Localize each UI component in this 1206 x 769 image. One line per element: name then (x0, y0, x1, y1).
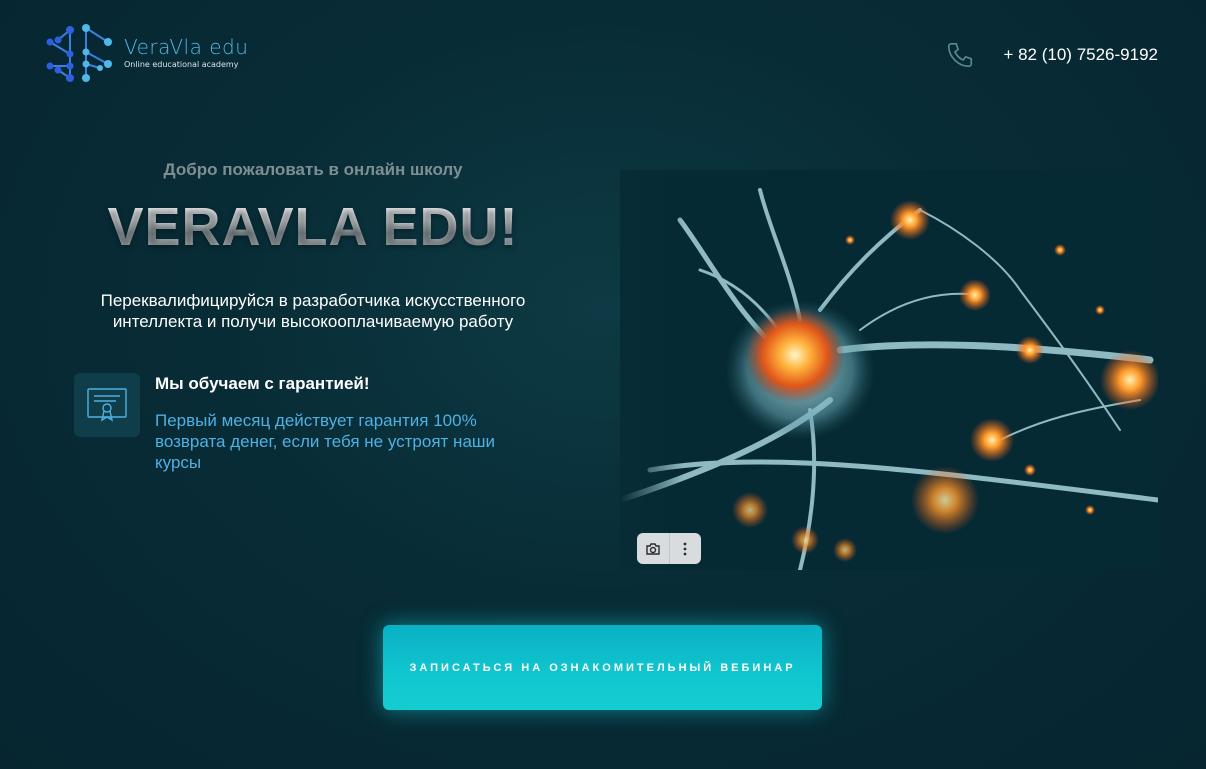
phone-number[interactable]: + 82 (10) 7526-9192 (1003, 45, 1158, 65)
logo-name: VeraVla edu (124, 35, 249, 59)
neuron-illustration (620, 170, 1158, 570)
webinar-signup-label: ЗАПИСАТЬСЯ НА ОЗНАКОМИТЕЛЬНЫЙ ВЕБИНАР (409, 661, 796, 674)
guarantee-text: Первый месяц действует гарантия 100% воз… (155, 411, 496, 472)
certificate-icon (74, 373, 140, 437)
hero-title: VERAVLA EDU! (0, 196, 626, 258)
image-toolbar (637, 533, 701, 564)
logo-network-icon (46, 24, 112, 82)
more-vertical-icon[interactable] (670, 533, 702, 564)
phone-icon (948, 42, 973, 68)
hero-subtitle: Переквалифицируйся в разработчика искусс… (100, 291, 526, 331)
guarantee-title: Мы обучаем с гарантией! (155, 374, 370, 393)
webinar-signup-button[interactable]: ЗАПИСАТЬСЯ НА ОЗНАКОМИТЕЛЬНЫЙ ВЕБИНАР (383, 625, 822, 710)
logo[interactable]: VeraVla edu Online educational academy (44, 22, 248, 84)
camera-icon[interactable] (637, 533, 670, 564)
welcome-text: Добро пожаловать в онлайн школу (163, 160, 463, 179)
phone-contact[interactable]: + 82 (10) 7526-9192 (945, 40, 1158, 70)
logo-tagline: Online educational academy (124, 60, 239, 69)
